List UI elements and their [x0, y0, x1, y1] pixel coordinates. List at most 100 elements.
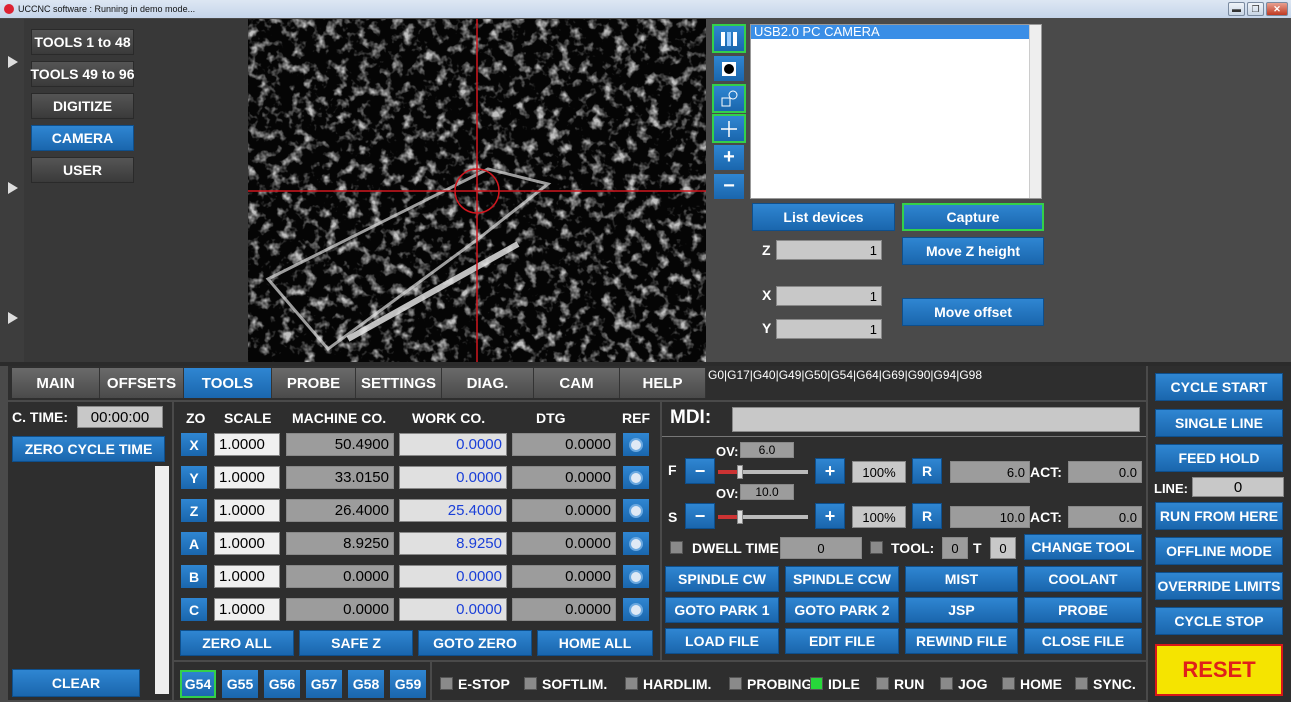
- t-value[interactable]: 0: [990, 537, 1016, 559]
- line-value[interactable]: 0: [1192, 477, 1284, 497]
- feed-slider-thumb[interactable]: [737, 465, 743, 479]
- expand-arrow-icon[interactable]: [8, 312, 18, 324]
- zero-all-button[interactable]: ZERO ALL: [180, 630, 294, 656]
- axis-zero-button[interactable]: A: [181, 532, 207, 555]
- action-button[interactable]: EDIT FILE: [785, 628, 899, 654]
- run-from-here-button[interactable]: RUN FROM HERE: [1155, 502, 1283, 530]
- axis-zero-button[interactable]: X: [181, 433, 207, 456]
- single-line-button[interactable]: SINGLE LINE: [1155, 409, 1283, 437]
- axis-work-coord[interactable]: 8.9250: [399, 532, 507, 555]
- tab-main[interactable]: MAIN: [12, 368, 100, 398]
- axis-scale-field[interactable]: 1.0000: [214, 499, 280, 522]
- zero-cycle-time-button[interactable]: ZERO CYCLE TIME: [12, 436, 165, 462]
- close-icon[interactable]: ✕: [1266, 2, 1288, 16]
- spindle-reset-button[interactable]: R: [912, 503, 942, 529]
- camera-button[interactable]: CAMERA: [31, 125, 134, 151]
- tab-offsets[interactable]: OFFSETS: [100, 368, 184, 398]
- axis-ref-button[interactable]: [623, 433, 649, 456]
- tab-probe[interactable]: PROBE: [272, 368, 356, 398]
- axis-work-coord[interactable]: 0.0000: [399, 433, 507, 456]
- axis-zero-button[interactable]: C: [181, 598, 207, 621]
- action-button[interactable]: COOLANT: [1024, 566, 1142, 592]
- z-height-field[interactable]: 1: [776, 240, 882, 260]
- columns-icon[interactable]: [712, 24, 746, 53]
- feed-minus-button[interactable]: −: [685, 458, 715, 484]
- axis-work-coord[interactable]: 0.0000: [399, 466, 507, 489]
- axis-zero-button[interactable]: B: [181, 565, 207, 588]
- tab-cam[interactable]: CAM: [534, 368, 620, 398]
- tab-help[interactable]: HELP: [620, 368, 706, 398]
- camera-view[interactable]: [248, 19, 706, 362]
- action-button[interactable]: SPINDLE CCW: [785, 566, 899, 592]
- axis-scale-field[interactable]: 1.0000: [214, 466, 280, 489]
- action-button[interactable]: MIST: [905, 566, 1018, 592]
- action-button[interactable]: SPINDLE CW: [665, 566, 779, 592]
- expand-arrow-icon[interactable]: [8, 56, 18, 68]
- cycle-list-scrollbar[interactable]: [155, 466, 169, 694]
- reset-button[interactable]: RESET: [1155, 644, 1283, 696]
- tab-settings[interactable]: SETTINGS: [356, 368, 442, 398]
- axis-zero-button[interactable]: Z: [181, 499, 207, 522]
- work-offset-button[interactable]: G58: [348, 670, 384, 698]
- tools-49-96-button[interactable]: TOOLS 49 to 96: [31, 61, 135, 87]
- action-button[interactable]: JSP: [905, 597, 1018, 623]
- move-z-height-button[interactable]: Move Z height: [902, 237, 1044, 265]
- safe-z-button[interactable]: SAFE Z: [299, 630, 413, 656]
- goto-zero-button[interactable]: GOTO ZERO: [418, 630, 532, 656]
- axis-scale-field[interactable]: 1.0000: [214, 565, 280, 588]
- feed-reset-button[interactable]: R: [912, 458, 942, 484]
- contrast-icon[interactable]: [714, 56, 744, 81]
- axis-scale-field[interactable]: 1.0000: [214, 532, 280, 555]
- work-offset-button[interactable]: G57: [306, 670, 342, 698]
- list-devices-button[interactable]: List devices: [752, 203, 895, 231]
- action-button[interactable]: REWIND FILE: [905, 628, 1018, 654]
- move-offset-button[interactable]: Move offset: [902, 298, 1044, 326]
- capture-button[interactable]: Capture: [902, 203, 1044, 231]
- spindle-override-slider[interactable]: [718, 515, 808, 519]
- cycle-stop-button[interactable]: CYCLE STOP: [1155, 607, 1283, 635]
- work-offset-button[interactable]: G59: [390, 670, 426, 698]
- action-button[interactable]: CLOSE FILE: [1024, 628, 1142, 654]
- tools-1-48-button[interactable]: TOOLS 1 to 48: [31, 29, 134, 55]
- digitize-button[interactable]: DIGITIZE: [31, 93, 134, 119]
- action-button[interactable]: PROBE: [1024, 597, 1142, 623]
- camera-device-item[interactable]: USB2.0 PC CAMERA: [751, 25, 1029, 39]
- home-all-button[interactable]: HOME ALL: [537, 630, 653, 656]
- crosshair-icon[interactable]: [712, 114, 746, 143]
- feed-override-slider[interactable]: [718, 470, 808, 474]
- axis-scale-field[interactable]: 1.0000: [214, 433, 280, 456]
- work-offset-button[interactable]: G54: [180, 670, 216, 698]
- axis-ref-button[interactable]: [623, 466, 649, 489]
- axis-ref-button[interactable]: [623, 565, 649, 588]
- device-list-scrollbar[interactable]: [1029, 25, 1041, 198]
- action-button[interactable]: GOTO PARK 1: [665, 597, 779, 623]
- change-tool-button[interactable]: CHANGE TOOL: [1024, 534, 1142, 560]
- spindle-plus-button[interactable]: +: [815, 503, 845, 529]
- axis-work-coord[interactable]: 25.4000: [399, 499, 507, 522]
- tab-tools[interactable]: TOOLS: [184, 368, 272, 398]
- override-limits-button[interactable]: OVERRIDE LIMITS: [1155, 572, 1283, 600]
- camera-device-list[interactable]: USB2.0 PC CAMERA: [750, 24, 1042, 199]
- offset-y-field[interactable]: 1: [776, 319, 882, 339]
- user-button[interactable]: USER: [31, 157, 134, 183]
- axis-ref-button[interactable]: [623, 598, 649, 621]
- axis-ref-button[interactable]: [623, 499, 649, 522]
- offset-x-field[interactable]: 1: [776, 286, 882, 306]
- zoom-in-icon[interactable]: +: [714, 145, 744, 170]
- axis-ref-button[interactable]: [623, 532, 649, 555]
- shapes-icon[interactable]: [712, 84, 746, 113]
- minimize-icon[interactable]: ▬: [1228, 2, 1245, 16]
- dwell-value[interactable]: 0: [780, 537, 862, 559]
- dwell-checkbox[interactable]: [670, 541, 683, 554]
- axis-work-coord[interactable]: 0.0000: [399, 598, 507, 621]
- feed-hold-button[interactable]: FEED HOLD: [1155, 444, 1283, 472]
- axis-zero-button[interactable]: Y: [181, 466, 207, 489]
- axis-work-coord[interactable]: 0.0000: [399, 565, 507, 588]
- feed-plus-button[interactable]: +: [815, 458, 845, 484]
- axis-scale-field[interactable]: 1.0000: [214, 598, 280, 621]
- cycle-start-button[interactable]: CYCLE START: [1155, 373, 1283, 401]
- action-button[interactable]: GOTO PARK 2: [785, 597, 899, 623]
- tool-checkbox[interactable]: [870, 541, 883, 554]
- expand-arrow-icon[interactable]: [8, 182, 18, 194]
- spindle-slider-thumb[interactable]: [737, 510, 743, 524]
